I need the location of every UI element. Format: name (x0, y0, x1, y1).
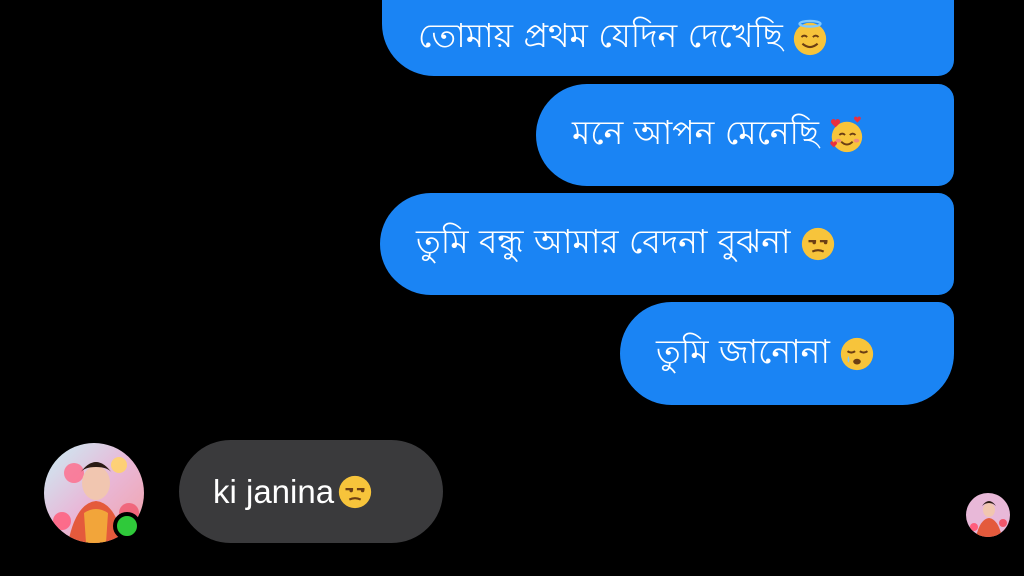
message-text: তুমি বন্ধু আমার বেদনা বুঝনা (416, 222, 791, 261)
incoming-message-1[interactable]: ki janina (179, 440, 443, 543)
sleepy-face-icon (838, 335, 876, 373)
message-text: তোমায় প্রথম যেদিন দেখেছি (418, 16, 783, 55)
outgoing-message-1[interactable]: তোমায় প্রথম যেদিন দেখেছি (382, 0, 954, 76)
smiling-face-with-hearts-icon (827, 116, 865, 154)
message-text: ki janina (213, 472, 335, 510)
online-status-indicator (113, 512, 141, 540)
unamused-face-icon (799, 225, 837, 263)
message-text: তুমি জানোনা (656, 331, 830, 371)
seen-avatar (966, 493, 1010, 537)
outgoing-message-4[interactable]: তুমি জানোনা (620, 302, 954, 405)
message-text: মনে আপন মেনেছি (572, 113, 819, 152)
outgoing-message-2[interactable]: মনে আপন মেনেছি (536, 84, 954, 186)
unamused-face-icon (336, 473, 374, 511)
outgoing-message-3[interactable]: তুমি বন্ধু আমার বেদনা বুঝনা (380, 193, 954, 295)
smiling-face-with-halo-icon (791, 19, 829, 57)
